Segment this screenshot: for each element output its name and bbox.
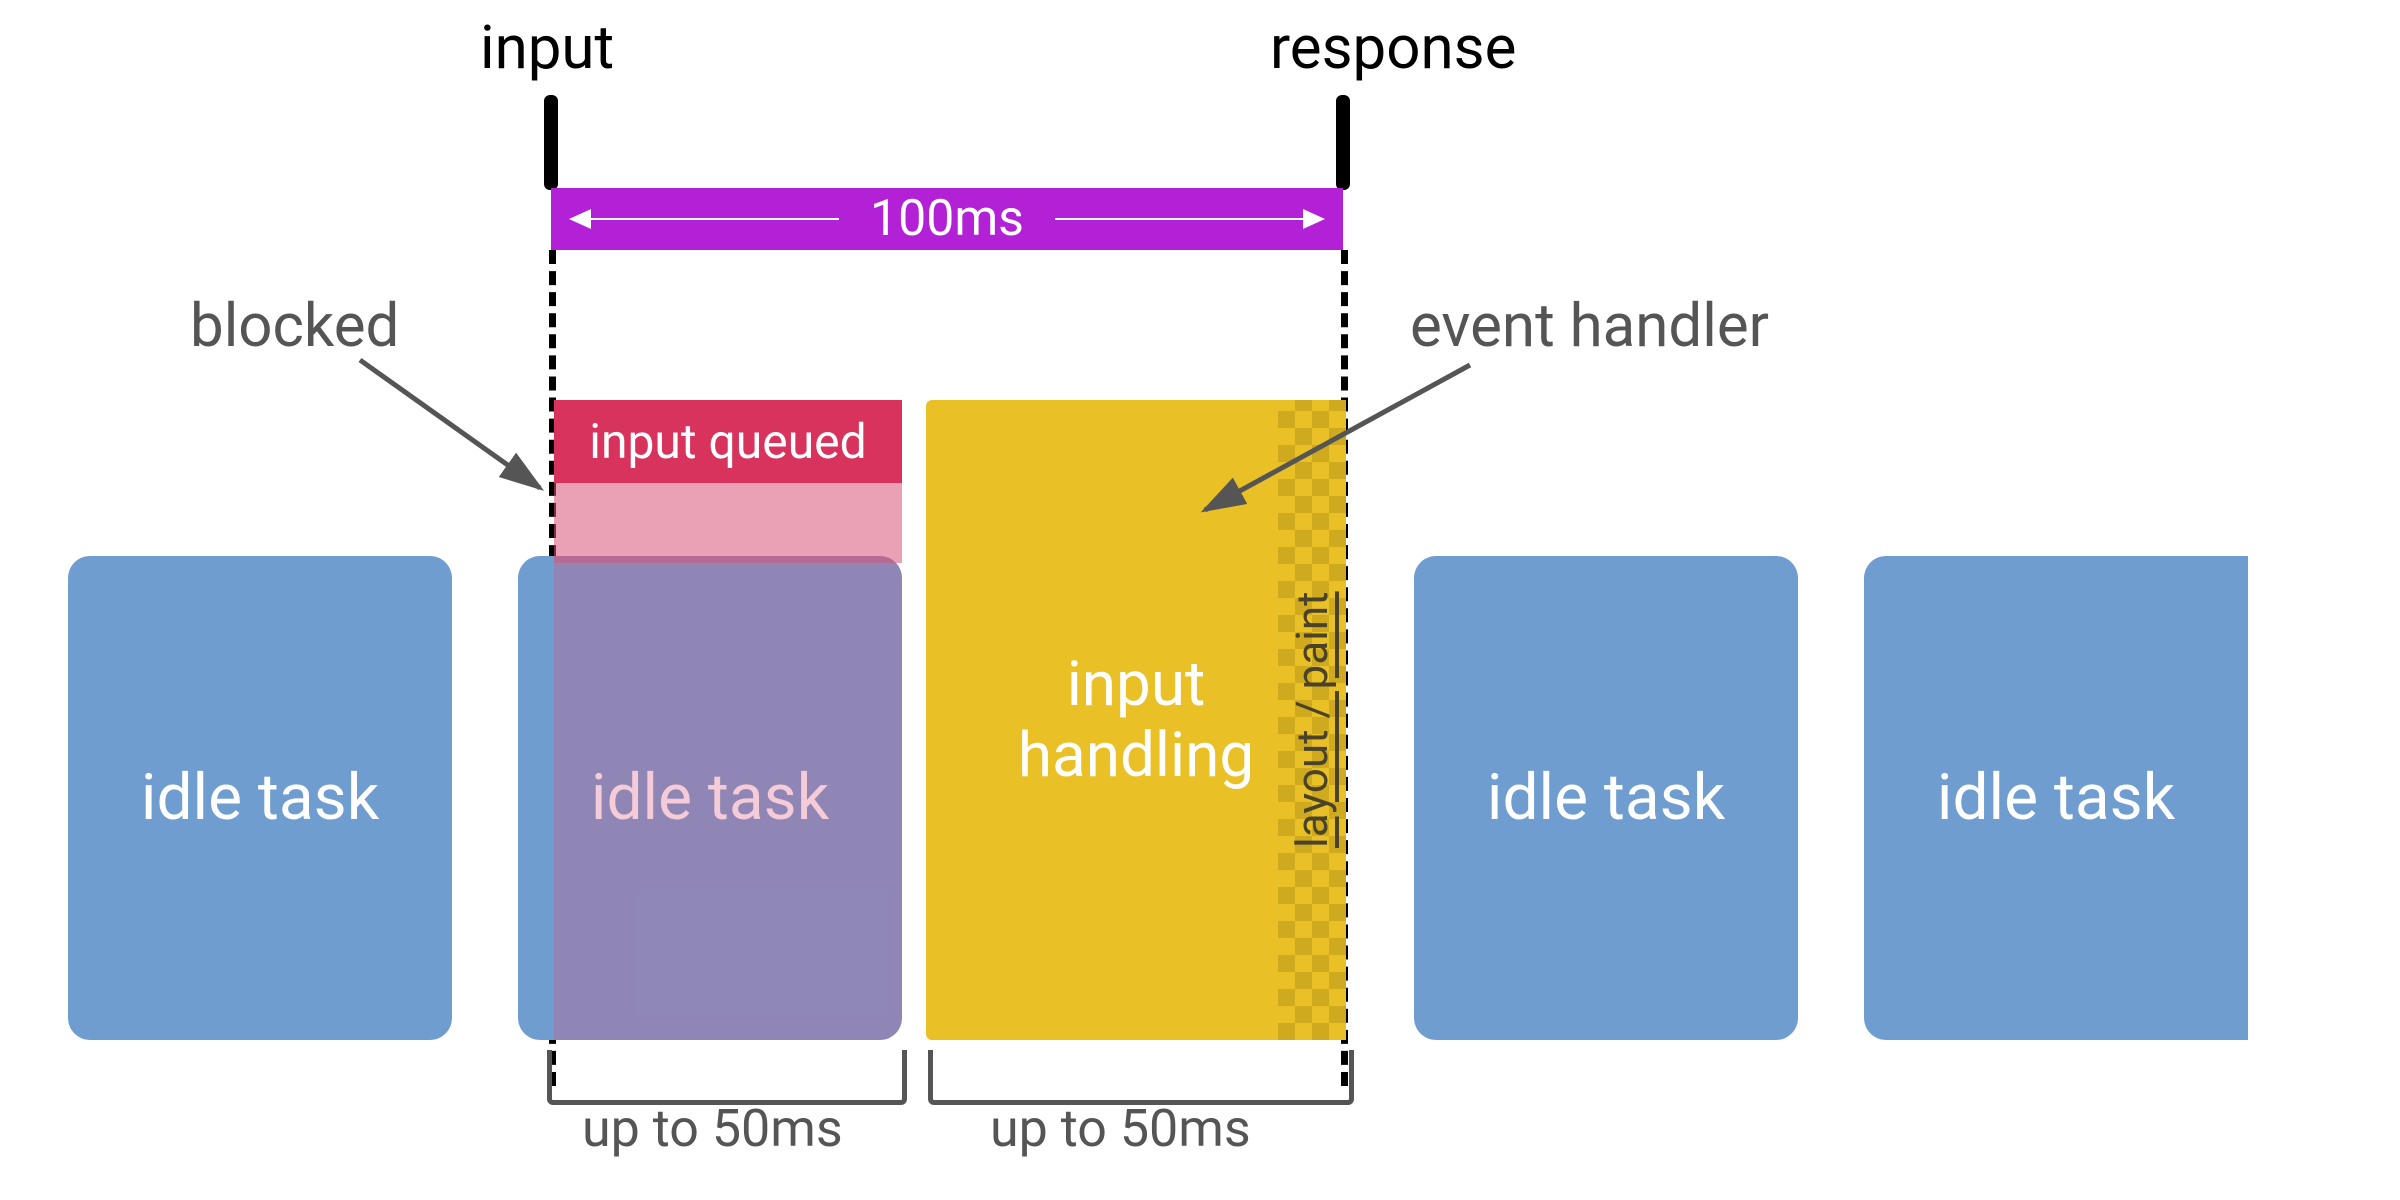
input-queued-bar: input queued [554, 400, 902, 483]
idle-task-block: idle task [68, 556, 452, 1040]
axis-label-response: response [1270, 12, 1516, 83]
idle-task-label: idle task [1487, 761, 1725, 835]
idle-task-block: idle task [1414, 556, 1798, 1040]
budget-bar-label: 100ms [870, 188, 1024, 250]
budget-bar-100ms: 100ms [551, 188, 1343, 250]
idle-task-label: idle task [141, 761, 379, 835]
arrow-right-icon [1055, 218, 1315, 220]
idle-task-blocked-overlay [554, 556, 902, 1040]
idle-task-label: idle task [1937, 761, 2175, 835]
idle-task-block: idle task [1864, 556, 2248, 1040]
annotation-blocked: blocked [190, 290, 399, 361]
layout-paint-strip: layout / paint [1278, 400, 1346, 1040]
arrow-left-icon [579, 218, 839, 220]
bracket-handling-budget [928, 1050, 1354, 1105]
axis-label-input: input [480, 12, 614, 83]
tick-input [544, 95, 558, 190]
arrowhead-right-icon [1303, 209, 1325, 229]
arrowhead-left-icon [569, 209, 591, 229]
input-queued-fade [554, 483, 902, 563]
bracket-idle-label: up to 50ms [582, 1098, 843, 1159]
bracket-idle-budget [547, 1050, 907, 1105]
input-handling-label: input handling [1018, 649, 1254, 792]
input-queued-label: input queued [589, 413, 866, 470]
tick-response [1336, 95, 1350, 190]
diagram-stage: input response 100ms idle task idle task… [0, 0, 2400, 1200]
bracket-handling-label: up to 50ms [990, 1098, 1251, 1159]
layout-paint-label: layout / paint [1286, 592, 1338, 849]
annotation-event-handler: event handler [1410, 290, 1769, 361]
